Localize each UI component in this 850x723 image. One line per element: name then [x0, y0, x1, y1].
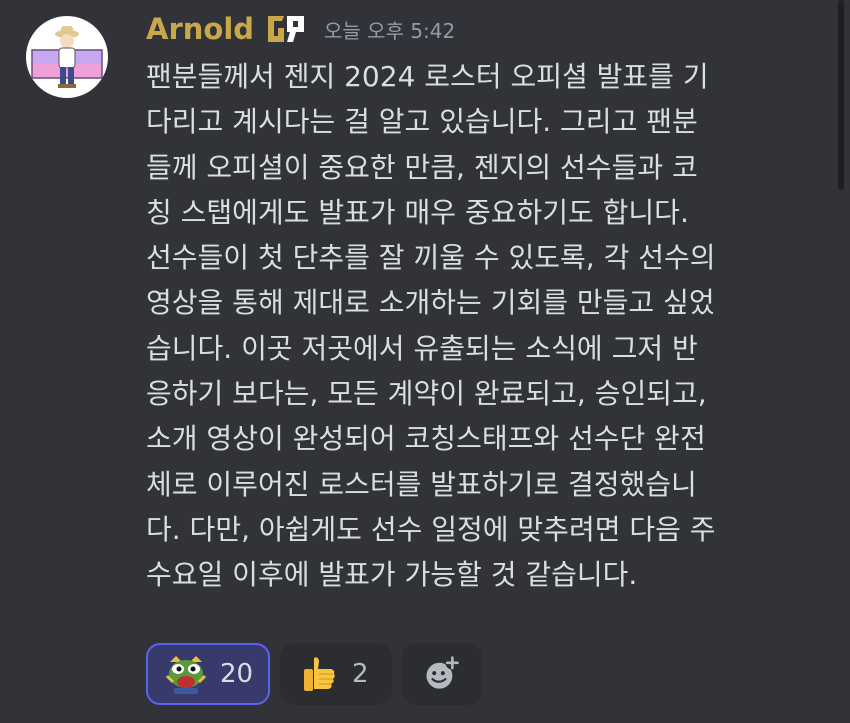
- timestamp[interactable]: 오늘 오후 5:42: [324, 15, 455, 44]
- message-content: 팬분들께서 젠지 2024 로스터 오피셜 발표를 기 다리고 계시다는 걸 알…: [146, 54, 836, 598]
- message-line: 다. 다만, 아쉽게도 선수 일정에 맞추려면 다음 주: [146, 512, 716, 546]
- reaction-count: 2: [352, 659, 369, 689]
- avatar[interactable]: [26, 16, 108, 98]
- message-line: 습니다. 이곳 저곳에서 유출되는 소식에 그저 반: [146, 331, 698, 365]
- reaction-count: 20: [220, 659, 254, 689]
- add-reaction-icon: [426, 655, 460, 689]
- reaction-pepe-cheer[interactable]: 20: [146, 643, 270, 705]
- add-reaction-button[interactable]: [402, 643, 482, 705]
- thumbs-up-icon: [304, 657, 335, 691]
- message-line: 선수들이 첫 단추를 잘 끼울 수 있도록, 각 선수의: [146, 241, 716, 275]
- message-line: 영상을 통해 제대로 소개하는 기회를 만들고 싶었: [146, 286, 715, 320]
- message-line: 응하기 보다는, 모든 계약이 완료되고, 승인되고,: [146, 377, 707, 411]
- reaction-thumbs-up[interactable]: 2: [280, 643, 392, 705]
- message-line: 다리고 계시다는 걸 알고 있습니다. 그리고 팬분: [146, 105, 698, 139]
- username[interactable]: Arnold: [146, 12, 254, 46]
- scrollbar[interactable]: [838, 0, 844, 190]
- message-line: 칭 스탭에게도 발표가 매우 중요하기도 합니다.: [146, 195, 689, 229]
- message-line: 팬분들께서 젠지 2024 로스터 오피셜 발표를 기: [146, 60, 709, 93]
- message-line: 체로 이루어진 로스터를 발표하기로 결정했습니: [146, 467, 697, 501]
- gen-g-badge-icon[interactable]: [266, 12, 306, 46]
- message-line: 수요일 이후에 발표가 가능할 것 같습니다.: [146, 558, 638, 592]
- message-line: 소개 영상이 완성되어 코칭스태프와 선수단 완전: [146, 422, 706, 456]
- message-line: 들께 오피셜이 중요한 만큼, 젠지의 선수들과 코: [146, 150, 698, 184]
- message-header: Arnold 오늘 오후 5:42: [146, 8, 455, 50]
- reaction-bar: 20 2: [146, 643, 482, 705]
- pepe-cheer-icon: [165, 656, 207, 694]
